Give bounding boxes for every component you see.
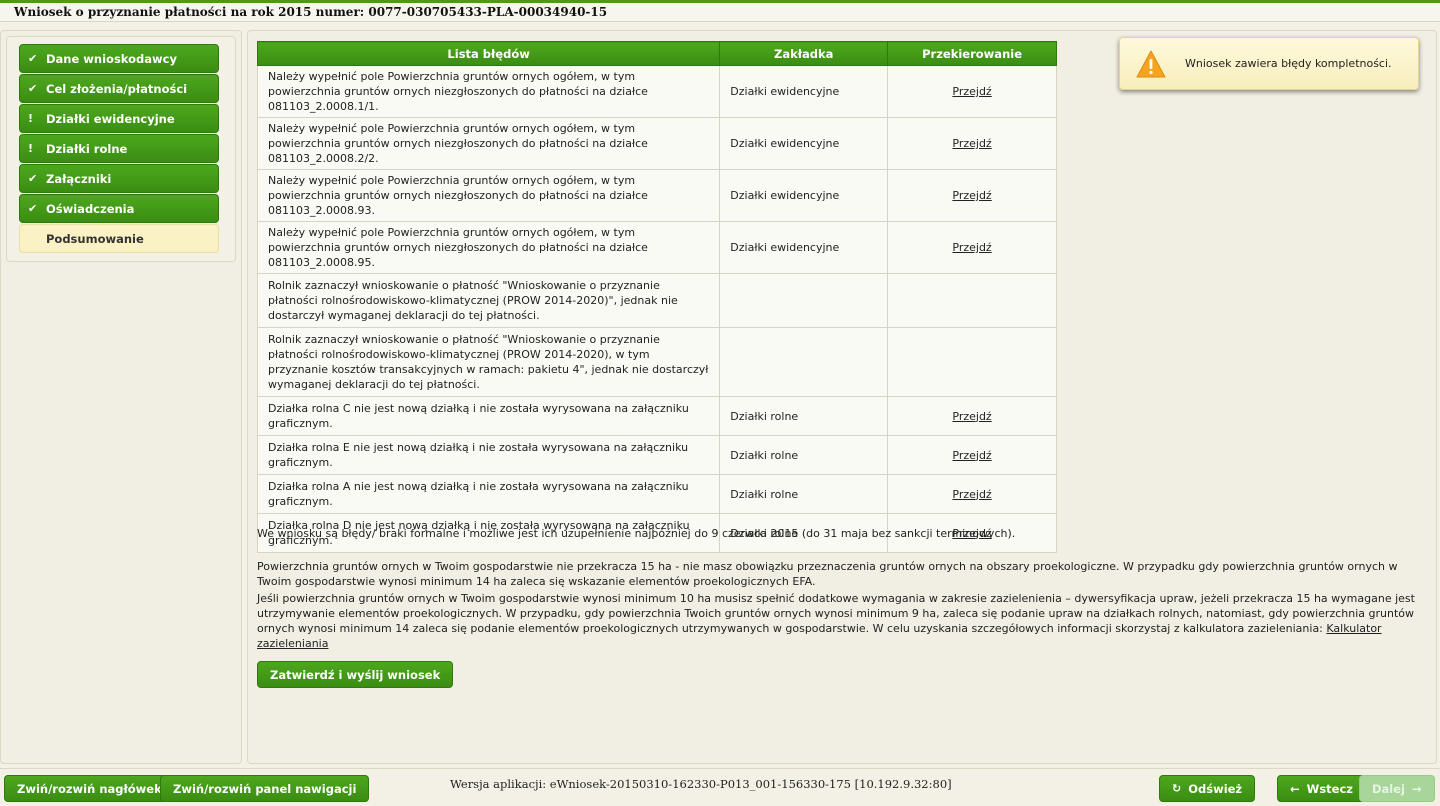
nav-item-cel-zlozenia[interactable]: ✔ Cel złożenia/płatności [19, 74, 219, 103]
greening-requirements: Jeśli powierzchnia gruntów ornych w Twoi… [257, 591, 1427, 651]
error-text: Działka rolna C nie jest nową działką i … [256, 396, 721, 436]
greening-requirements-text: Jeśli powierzchnia gruntów ornych w Twoi… [257, 592, 1415, 635]
przejdz-link[interactable]: Przejdź [952, 449, 991, 462]
przejdz-link[interactable]: Przejdź [952, 241, 991, 254]
error-tab [719, 273, 889, 328]
arrow-left-icon: ← [1290, 781, 1300, 796]
check-icon: ✔ [28, 52, 38, 65]
error-text: Należy wypełnić pole Powierzchnia gruntó… [256, 65, 721, 118]
column-header-redirect: Przekierowanie [887, 41, 1057, 66]
przejdz-link[interactable]: Przejdź [952, 488, 991, 501]
deadline-info: We wniosku są błędy/ braki formalne i mo… [257, 527, 1016, 540]
error-tab: Działki rolne [719, 474, 889, 514]
error-tab: Działki ewidencyjne [719, 221, 889, 274]
greening-info: Powierzchnia gruntów ornych w Twoim gosp… [257, 560, 1398, 588]
app-version: Wersja aplikacji: eWniosek-20150310-1623… [450, 777, 952, 791]
table-row: Należy wypełnić pole Powierzchnia gruntó… [256, 117, 1057, 170]
exclamation-icon: ! [28, 142, 34, 155]
nav-item-label: Oświadczenia [46, 201, 135, 216]
nav-item-zalaczniki[interactable]: ✔ Załączniki [19, 164, 219, 193]
notification-message: Wniosek zawiera błędy kompletności. [1185, 57, 1392, 70]
column-header-tab: Zakładka [719, 41, 889, 66]
nav-item-label: Cel złożenia/płatności [46, 81, 188, 96]
nav-item-dane-wnioskodawcy[interactable]: ✔ Dane wnioskodawcy [19, 44, 219, 73]
error-tab: Działki rolne [719, 435, 889, 475]
nav-item-label: Działki ewidencyjne [46, 111, 175, 126]
table-row: Rolnik zaznaczył wnioskowanie o płatność… [256, 273, 1057, 328]
error-tab: Działki ewidencyjne [719, 117, 889, 170]
error-tab: Działki rolne [719, 396, 889, 436]
column-header-errors: Lista błędów [256, 41, 721, 66]
table-row: Należy wypełnić pole Powierzchnia gruntó… [256, 221, 1057, 274]
przejdz-link[interactable]: Przejdź [952, 85, 991, 98]
error-text: Należy wypełnić pole Powierzchnia gruntó… [256, 117, 721, 170]
nav-item-dzialki-rolne[interactable]: ! Działki rolne [19, 134, 219, 163]
error-table: Lista błędów Zakładka Przekierowanie Nal… [256, 41, 1057, 553]
navigation-menu: ✔ Dane wnioskodawcy ✔ Cel złożenia/płatn… [6, 36, 236, 262]
toggle-navigation-button[interactable]: Zwiń/rozwiń panel nawigacji [160, 775, 370, 802]
table-row: Działka rolna C nie jest nową działką i … [256, 396, 1057, 436]
error-table-header: Lista błędów Zakładka Przekierowanie [256, 41, 1057, 66]
error-tab: Działki ewidencyjne [719, 169, 889, 222]
error-tab: Działki ewidencyjne [719, 65, 889, 118]
table-row: Rolnik zaznaczył wnioskowanie o płatność… [256, 327, 1057, 397]
przejdz-link[interactable]: Przejdź [952, 137, 991, 150]
table-row: Należy wypełnić pole Powierzchnia gruntó… [256, 169, 1057, 222]
refresh-label: Odśwież [1188, 781, 1243, 796]
refresh-icon: ↻ [1172, 782, 1182, 795]
table-row: Należy wypełnić pole Powierzchnia gruntó… [256, 65, 1057, 118]
table-row: Działka rolna E nie jest nową działką i … [256, 435, 1057, 475]
back-button[interactable]: ← Wstecz [1277, 775, 1366, 802]
exclamation-icon: ! [28, 112, 34, 125]
nav-item-dzialki-ewidencyjne[interactable]: ! Działki ewidencyjne [19, 104, 219, 133]
nav-item-podsumowanie[interactable]: Podsumowanie [19, 224, 219, 253]
next-button[interactable]: Dalej → [1359, 775, 1435, 802]
error-text: Należy wypełnić pole Powierzchnia gruntó… [256, 221, 721, 274]
check-icon: ✔ [28, 202, 38, 215]
navigation-panel: ✔ Dane wnioskodawcy ✔ Cel złożenia/płatn… [0, 30, 242, 764]
table-row: Działka rolna A nie jest nową działką i … [256, 474, 1057, 514]
przejdz-link[interactable]: Przejdź [952, 189, 991, 202]
back-label: Wstecz [1306, 781, 1353, 796]
submit-application-button[interactable]: Zatwierdź i wyślij wniosek [257, 661, 454, 688]
nav-item-label: Działki rolne [46, 141, 128, 156]
error-text: Rolnik zaznaczył wnioskowanie o płatność… [256, 327, 721, 397]
check-icon: ✔ [28, 172, 38, 185]
nav-item-label: Dane wnioskodawcy [46, 51, 177, 66]
error-text: Rolnik zaznaczył wnioskowanie o płatność… [256, 273, 721, 328]
footer-bar: Zwiń/rozwiń nagłówek Zwiń/rozwiń panel n… [0, 768, 1440, 806]
error-tab [719, 327, 889, 397]
error-text: Działka rolna E nie jest nową działką i … [256, 435, 721, 475]
check-icon: ✔ [28, 82, 38, 95]
error-text: Działka rolna A nie jest nową działką i … [256, 474, 721, 514]
przejdz-link[interactable]: Przejdź [952, 410, 991, 423]
nav-item-label: Załączniki [46, 171, 112, 186]
main-content: Lista błędów Zakładka Przekierowanie Nal… [247, 30, 1437, 764]
next-label: Dalej [1372, 781, 1405, 796]
refresh-button[interactable]: ↻ Odśwież [1159, 775, 1256, 802]
page-title: Wniosek o przyznanie płatności na rok 20… [0, 0, 1440, 22]
arrow-right-icon: → [1412, 781, 1422, 796]
nav-item-oswiadczenia[interactable]: ✔ Oświadczenia [19, 194, 219, 223]
warning-icon [1136, 50, 1166, 77]
notification-toast: Wniosek zawiera błędy kompletności. [1119, 37, 1419, 90]
toggle-header-button[interactable]: Zwiń/rozwiń nagłówek [4, 775, 175, 802]
error-text: Należy wypełnić pole Powierzchnia gruntó… [256, 169, 721, 222]
